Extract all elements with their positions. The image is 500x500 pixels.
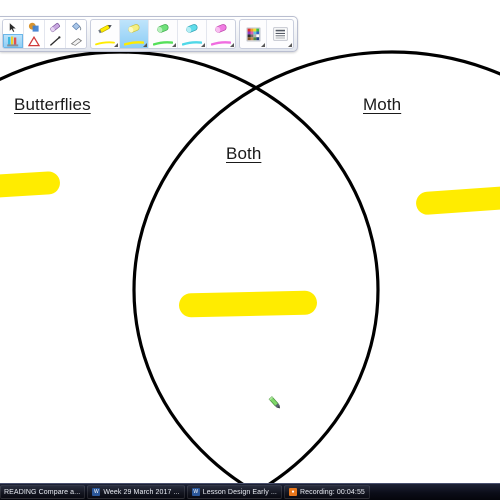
pen-yellow-glyph [91, 20, 119, 37]
color-palette-icon [246, 27, 260, 41]
venn-label-left: Butterflies [14, 95, 91, 114]
tool-options-corner[interactable] [114, 43, 118, 47]
toolbar-group-properties [239, 19, 294, 49]
record-icon: ● [288, 488, 297, 496]
tool-column-2 [24, 20, 45, 48]
pen-yellow-button[interactable] [91, 20, 120, 48]
venn-label-center: Both [226, 144, 262, 163]
stroke-sample-icon [95, 41, 115, 45]
taskbar[interactable]: READING Compare a... W Week 29 March 201… [0, 483, 500, 500]
tool-column-4 [66, 20, 86, 48]
fill-button[interactable] [66, 20, 86, 34]
pen-tray-icon [6, 36, 18, 46]
taskbar-item-reading[interactable]: READING Compare a... [0, 485, 86, 499]
screen: Butterflies Moth Both READING Compare a.… [0, 0, 500, 500]
highlighter-green-glyph [149, 20, 177, 37]
highlight-stroke-center [178, 290, 318, 318]
venn-label-right: Moth [363, 95, 402, 114]
highlighter-magenta-button[interactable] [207, 20, 235, 48]
taskbar-item-label: Lesson Design Early ... [202, 488, 277, 496]
highlighter-icon [157, 24, 169, 33]
stroke-sample-icon [182, 40, 202, 46]
tool-options-corner[interactable] [261, 43, 265, 47]
word-icon: W [92, 488, 101, 496]
toolbar-group-pens [90, 19, 236, 49]
shapes-icon [28, 22, 39, 32]
highlighter-green-button[interactable] [149, 20, 178, 48]
venn-circle-left [0, 50, 380, 483]
highlighter-icon [128, 24, 140, 33]
paint-can-icon [71, 21, 82, 30]
taskbar-item-label: Recording: 00:04:55 [299, 488, 365, 496]
eraser-button[interactable] [45, 20, 65, 34]
venn-circle-right [132, 50, 500, 483]
tool-options-corner[interactable] [288, 43, 292, 47]
shapes-button[interactable] [24, 20, 44, 34]
taskbar-item-lesson-design[interactable]: W Lesson Design Early ... [186, 485, 282, 499]
word-icon: W [191, 488, 200, 496]
cursor-arrow-icon [8, 21, 17, 33]
venn-diagram [0, 50, 500, 483]
stroke-sample-icon [153, 40, 173, 46]
highlighter-yellow-button[interactable] [120, 20, 149, 48]
highlighter-cyan-glyph [178, 20, 206, 37]
stroke-sample-icon [211, 40, 231, 46]
highlighter-magenta-glyph [207, 20, 235, 37]
floating-toolbar[interactable] [0, 16, 298, 52]
tool-options-corner[interactable] [201, 43, 205, 47]
select-pointer-button[interactable] [3, 20, 23, 34]
pen-icon [97, 25, 112, 34]
highlighter-icon [215, 24, 227, 33]
taskbar-item-week[interactable]: W Week 29 March 2017 ... [87, 485, 185, 499]
taskbar-item-label: READING Compare a... [4, 488, 81, 496]
color-palette-button[interactable] [240, 20, 267, 48]
triangle-icon [28, 35, 40, 46]
stroke-sample-icon [124, 40, 144, 46]
shape-triangle-button[interactable] [24, 34, 44, 48]
tool-options-corner[interactable] [143, 43, 147, 47]
line-icon [49, 35, 61, 46]
eraser-block-icon [70, 37, 82, 46]
toolbar-group-tools [2, 19, 87, 49]
highlighter-icon [186, 24, 198, 33]
line-style-button[interactable] [267, 20, 293, 48]
taskbar-item-recording[interactable]: ● Recording: 00:04:55 [283, 485, 370, 499]
taskbar-item-label: Week 29 March 2017 ... [103, 488, 180, 496]
highlighter-yellow-glyph [120, 20, 148, 37]
tool-options-corner[interactable] [230, 43, 234, 47]
tool-column-3 [45, 20, 66, 48]
eraser-icon [50, 22, 60, 32]
tool-options-corner[interactable] [172, 43, 176, 47]
pens-tray-button[interactable] [3, 34, 23, 48]
line-style-icon [273, 27, 287, 41]
tool-column-1 [3, 20, 24, 48]
highlighter-cyan-button[interactable] [178, 20, 207, 48]
whiteboard-canvas[interactable]: Butterflies Moth Both [0, 0, 500, 483]
eraser-block-button[interactable] [66, 34, 86, 48]
line-button[interactable] [45, 34, 65, 48]
